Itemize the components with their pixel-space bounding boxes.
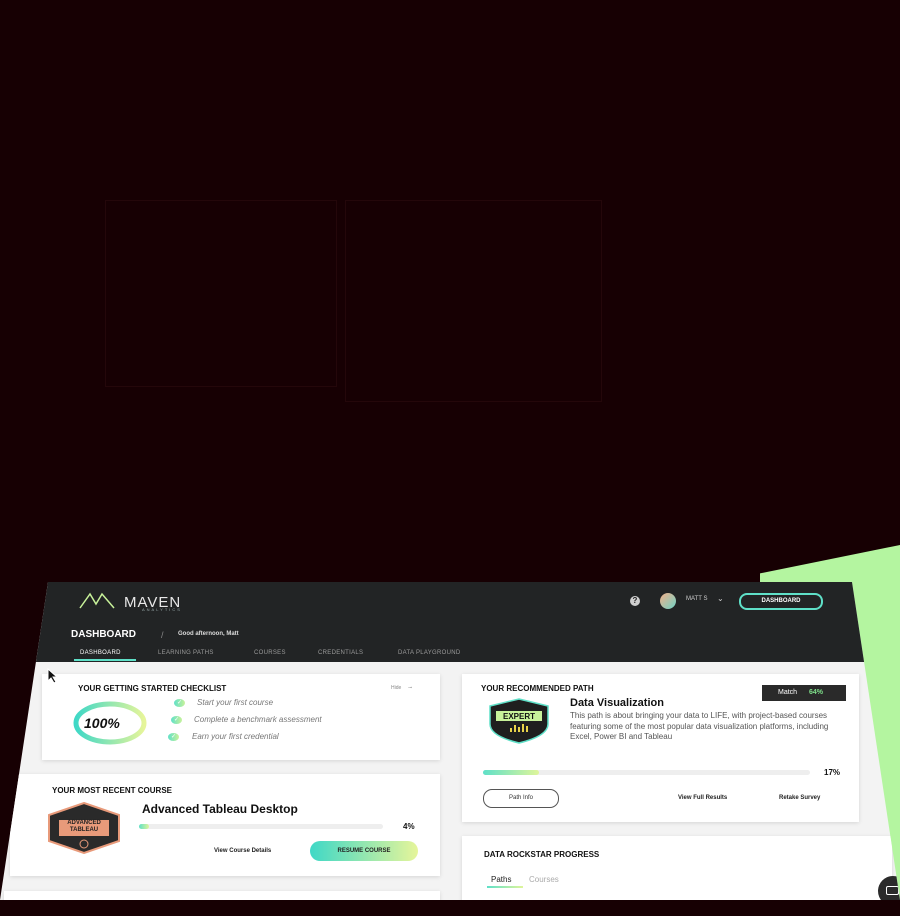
brand-subtitle: ANALYTICS — [142, 607, 182, 612]
path-description: This path is about bringing your data to… — [570, 711, 829, 741]
course-progress-track — [139, 824, 383, 829]
path-progress-fill — [483, 770, 539, 775]
match-label: Match — [778, 689, 798, 696]
hide-checklist-link[interactable]: Hide — [391, 685, 401, 691]
match-value: 64% — [809, 689, 824, 696]
tab-dashboard[interactable]: DASHBOARD — [80, 650, 121, 656]
rockstar-progress-card — [462, 836, 892, 900]
mouse-cursor-icon — [47, 668, 59, 684]
tab-courses[interactable]: COURSES — [254, 650, 286, 656]
checklist-item[interactable]: Complete a benchmark assessment — [194, 715, 322, 724]
maven-logo-icon — [79, 592, 115, 609]
rockstar-progress-title: DATA ROCKSTAR PROGRESS — [484, 850, 600, 859]
title-separator: / — [161, 630, 164, 640]
badge-label: ADVANCED TABLEAU — [67, 820, 101, 833]
greeting-text: Good afternoon, Matt — [178, 631, 239, 637]
chat-icon[interactable] — [878, 876, 900, 900]
bottom-left-card — [4, 891, 440, 900]
check-icon: ✓ — [168, 733, 179, 741]
recommended-path-title: YOUR RECOMMENDED PATH — [481, 684, 594, 693]
tab-credentials[interactable]: CREDENTIALS — [318, 650, 363, 656]
match-badge: Match 64% — [762, 685, 846, 701]
resume-course-button[interactable]: RESUME COURSE — [310, 841, 418, 861]
tab-data-playground[interactable]: DATA PLAYGROUND — [398, 650, 461, 656]
path-name[interactable]: Data Visualization — [570, 697, 664, 709]
checklist-item[interactable]: Earn your first credential — [192, 732, 279, 741]
data-visualization-expert-badge — [489, 698, 549, 744]
tab-learning-paths[interactable]: LEARNING PATHS — [158, 650, 214, 656]
subtab-courses[interactable]: Courses — [529, 875, 559, 884]
dashboard-button[interactable]: DASHBOARD — [739, 593, 823, 610]
user-name[interactable]: MATT S — [686, 596, 707, 602]
hide-toggle-icon[interactable]: ⊸ — [408, 685, 412, 691]
chevron-down-icon[interactable]: ⌄ — [717, 594, 724, 603]
avatar[interactable] — [660, 593, 676, 609]
help-icon[interactable]: ? — [630, 596, 640, 606]
course-name[interactable]: Advanced Tableau Desktop — [142, 802, 298, 816]
subtab-indicator — [487, 886, 523, 888]
top-navigation: MAVEN ANALYTICS ? MATT S ⌄ DASHBOARD DAS… — [0, 582, 900, 662]
course-progress-fill — [139, 824, 149, 829]
check-icon: ✓ — [174, 699, 185, 707]
check-icon: ✓ — [171, 716, 182, 724]
retake-survey-link[interactable]: Retake Survey — [779, 795, 820, 801]
background-frame-center — [345, 200, 602, 402]
recent-course-title: YOUR MOST RECENT COURSE — [52, 786, 173, 795]
checklist-item[interactable]: Start your first course — [197, 698, 273, 707]
page-title: DASHBOARD — [71, 629, 136, 640]
path-progress-label: 17% — [824, 768, 841, 777]
path-badge-label: EXPERT — [502, 712, 535, 721]
background-frame-left — [105, 200, 337, 387]
subtab-paths[interactable]: Paths — [491, 875, 511, 884]
active-tab-indicator — [74, 659, 136, 661]
checklist-progress-label: 100% — [84, 715, 120, 731]
checklist-title: YOUR GETTING STARTED CHECKLIST — [78, 684, 227, 693]
view-course-details-link[interactable]: View Course Details — [214, 848, 271, 854]
course-progress-label: 4% — [403, 822, 415, 831]
path-info-button[interactable]: Path Info — [483, 789, 559, 808]
view-full-results-link[interactable]: View Full Results — [678, 795, 727, 801]
dashboard-screen: MAVEN ANALYTICS ? MATT S ⌄ DASHBOARD DAS… — [0, 582, 900, 900]
